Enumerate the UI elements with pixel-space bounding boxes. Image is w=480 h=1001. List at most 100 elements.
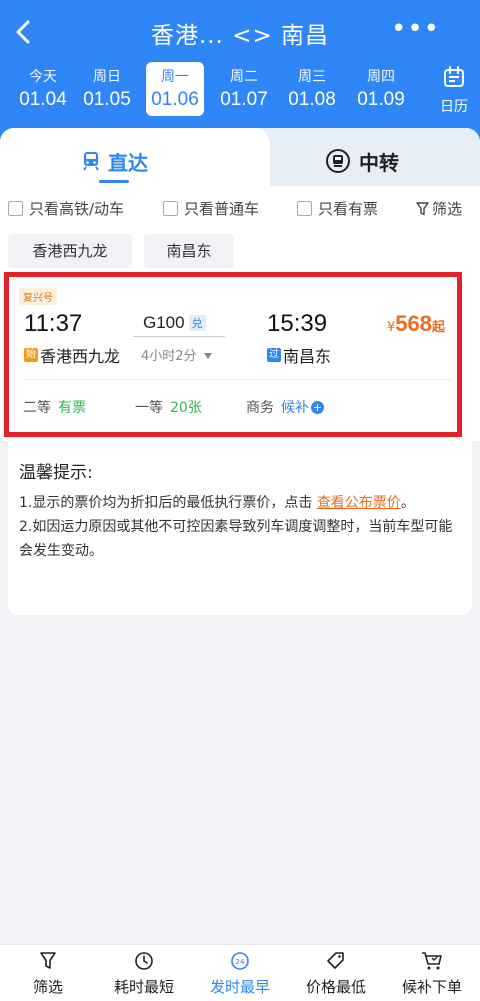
date-weekday: 今天 [29,69,57,85]
filter-regular[interactable]: 只看普通车 [163,198,259,219]
checkbox[interactable] [163,201,178,216]
price: ¥ 568 起 [387,311,445,337]
filter-button[interactable]: 筛选 [416,198,462,219]
seat-business-class[interactable]: 商务 候补 + [246,397,324,417]
date-weekday: 周日 [93,69,121,85]
price-tag-icon [327,952,344,969]
filter-label: 只看高铁/动车 [29,200,125,218]
caret-down-icon [203,353,212,359]
seat-availability: 20张 [170,400,202,416]
more-button[interactable]: ••• [391,16,440,42]
duration-text: 4小时2分 [141,349,197,364]
bottom-lowest-price-button[interactable]: 价格最低 [288,945,384,1001]
date-weekday: 周一 [161,69,189,85]
bottom-label: 发时最早 [209,978,270,996]
date-value: 01.04 [19,89,67,110]
bottom-label: 耗时最短 [113,978,174,996]
seat-availability: 有票 [58,400,86,416]
seat-class: 二等 [23,400,51,416]
arrival-station: 过 南昌东 [267,343,331,367]
price-value: 568 [395,311,432,336]
duration[interactable]: 4小时2分 [141,345,213,364]
station-chip-from[interactable]: 香港西九龙 [8,234,132,268]
date-tab-1[interactable]: 周日 01.05 [76,62,138,116]
seat-second-class: 二等 有票 [23,397,86,417]
bottom-bar: 筛选 耗时最短 24 发时最早 价格最低 候补下单 [0,944,480,1001]
price-suffix: 起 [432,320,446,335]
filter-available[interactable]: 只看有票 [297,198,378,219]
redeem-tag: 兑 [188,315,206,331]
date-value: 01.06 [151,89,199,110]
filter-icon [40,952,56,969]
departure-time: 11:37 [24,310,83,337]
station-chip-to[interactable]: 南昌东 [144,234,234,268]
train-icon [83,152,99,171]
date-weekday: 周四 [367,69,395,85]
bottom-label: 筛选 [32,978,63,996]
bottom-earliest-button[interactable]: 24 发时最早 [192,945,288,1001]
arrival-time: 15:39 [267,310,328,337]
seat-class: 一等 [135,400,163,416]
date-tabs: 今天 01.04 周日 01.05 周一 01.06 周二 01.07 周三 0… [0,62,480,118]
date-value: 01.09 [357,89,405,110]
tab-direct-label: 直达 [108,150,148,175]
date-value: 01.08 [288,89,336,110]
train-type-badge: 复兴号 [19,288,57,305]
tips-body: 1.显示的票价均为折扣后的最低执行票价，点击 查看公布票价。 2.如因运力原因或… [19,491,459,563]
filter-high-speed[interactable]: 只看高铁/动车 [8,198,124,219]
divider [23,379,453,380]
tab-transfer[interactable]: 中转 [325,146,399,176]
date-value: 01.07 [220,89,268,110]
calendar-button[interactable]: 日历 [434,66,474,116]
timer-icon [135,952,153,970]
tab-direct[interactable]: 直达 [82,146,148,176]
tab-transfer-label: 中转 [359,150,399,175]
date-weekday: 周三 [298,69,326,85]
date-tab-0[interactable]: 今天 01.04 [12,62,74,116]
route-title[interactable]: 香港... <> 南昌 [90,16,390,50]
arrival-station-name: 南昌东 [283,347,332,366]
seat-availability: 候补 [281,400,309,416]
date-tab-3[interactable]: 周二 01.07 [213,62,275,116]
tips-title: 温馨提示: [19,463,93,483]
plus-icon[interactable]: + [311,400,324,414]
departure-station: 始 香港西九龙 [24,343,120,367]
date-weekday: 周二 [230,69,258,85]
date-tab-5[interactable]: 周四 01.09 [350,62,412,116]
train-number: G100 兑 [143,313,206,333]
pass-station-icon: 过 [267,348,281,362]
tab-direct-underline [99,180,129,183]
train-card[interactable]: 复兴号 11:37 G100 兑 4小时2分 15:39 ¥ 568 起 始 香… [4,272,462,437]
departure-station-name: 香港西九龙 [40,347,121,366]
bottom-label: 价格最低 [305,978,366,996]
filter-label: 只看普通车 [184,200,260,218]
date-tab-4[interactable]: 周三 01.08 [281,62,343,116]
tips-card: 温馨提示: 1.显示的票价均为折扣后的最低执行票价，点击 查看公布票价。 2.如… [8,441,472,615]
tip-line-1-end: 。 [400,495,415,511]
bottom-filter-button[interactable]: 筛选 [0,945,96,1001]
transfer-train-icon [326,149,350,173]
filter-label: 只看有票 [318,200,379,218]
back-button[interactable] [10,16,38,48]
bottom-waitlist-button[interactable]: 候补下单 [384,945,480,1001]
train-number-text: G100 [143,313,185,332]
filter-button-label: 筛选 [432,200,463,218]
svg-text:24: 24 [236,958,245,966]
date-value: 01.05 [83,89,131,110]
date-tab-2-selected[interactable]: 周一 01.06 [146,62,204,116]
bottom-shortest-button[interactable]: 耗时最短 [96,945,192,1001]
calendar-icon [444,66,464,87]
cart-icon [422,952,442,970]
checkbox[interactable] [8,201,23,216]
seat-first-class: 一等 20张 [135,397,202,417]
bottom-label: 候补下单 [401,978,462,996]
tip-line-2: 2.如因运力原因或其他不可控因素导致列车调度调整时，当前车型可能会发生变动。 [19,519,453,559]
checkbox[interactable] [297,201,312,216]
calendar-label: 日历 [440,99,468,115]
view-published-price-link[interactable]: 查看公布票价 [317,495,401,511]
clock-24-icon: 24 [231,952,249,970]
funnel-icon [416,201,429,215]
filter-row: 只看高铁/动车 只看普通车 只看有票 筛选 [0,196,480,224]
start-station-icon: 始 [24,348,38,362]
tip-line-1: 1.显示的票价均为折扣后的最低执行票价，点击 查看公布票价。 [19,491,459,515]
